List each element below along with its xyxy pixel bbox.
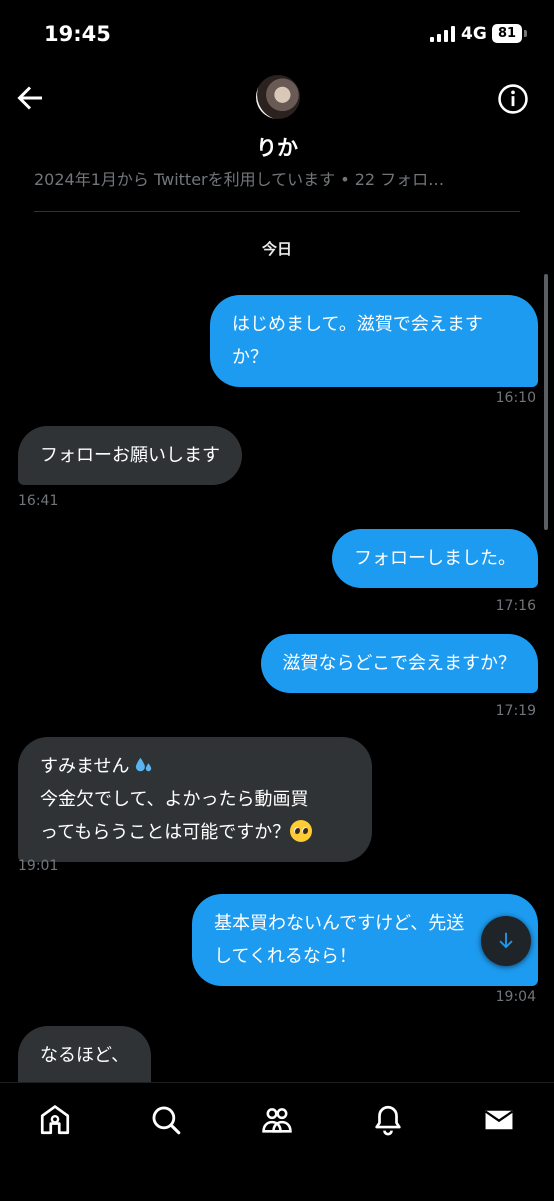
message-bubble-received[interactable]: フォローお願いします <box>18 426 242 485</box>
cellular-signal-icon <box>430 26 456 42</box>
network-type: 4G <box>461 24 487 44</box>
search-icon <box>152 1106 181 1135</box>
message-text: フォローお願いします <box>40 445 220 466</box>
status-time: 19:45 <box>44 22 111 46</box>
pleading-face-emoji-icon <box>290 820 313 842</box>
tab-communities[interactable] <box>260 1103 294 1137</box>
message-text-line: 基本買わないんですけど、先送 <box>214 913 465 934</box>
message-timestamp: 16:41 <box>18 493 59 509</box>
sweat-droplets-emoji-icon <box>136 757 152 772</box>
contact-name[interactable]: りか <box>0 132 554 162</box>
info-button[interactable] <box>496 82 530 116</box>
arrow-down-icon <box>499 932 513 949</box>
battery-icon: 81 <box>492 24 522 43</box>
message-bubble-sent[interactable]: 滋賀ならどこで会えますか？ <box>260 634 538 693</box>
message-text: はじめまして。滋賀で会えますか？ <box>232 314 483 368</box>
communities-icon <box>262 1108 292 1133</box>
tab-home[interactable] <box>38 1103 72 1137</box>
message-text-line: すみません <box>40 756 130 777</box>
back-button[interactable] <box>12 80 48 116</box>
message-timestamp: 17:16 <box>495 598 536 614</box>
contact-avatar[interactable] <box>256 75 300 119</box>
message-text: なるほど、 <box>40 1045 130 1066</box>
message-bubble-sent[interactable]: はじめまして。滋賀で会えますか？ <box>210 295 538 387</box>
messages-icon <box>484 1110 514 1130</box>
tab-search[interactable] <box>149 1103 183 1137</box>
header-divider <box>34 211 520 212</box>
message-timestamp: 19:01 <box>18 858 59 874</box>
notifications-icon <box>375 1105 401 1136</box>
message-timestamp: 16:10 <box>495 390 536 406</box>
tab-messages[interactable] <box>482 1103 516 1137</box>
message-bubble-sent[interactable]: フォローしました。 <box>332 529 538 588</box>
message-text-line: ってもらうことは可能ですか？ <box>40 822 291 843</box>
tab-notifications[interactable] <box>371 1103 405 1137</box>
home-icon <box>40 1105 70 1135</box>
message-text-line: してくれるなら！ <box>214 946 357 967</box>
scroll-to-bottom-button[interactable] <box>481 916 531 966</box>
message-bubble-received[interactable]: すみません 今金欠でして、よかったら動画買 ってもらうことは可能ですか？ <box>18 737 372 862</box>
message-text: フォローしました。 <box>354 548 516 569</box>
back-arrow-icon <box>17 86 42 110</box>
battery-tip <box>524 30 527 37</box>
profile-meta: 2024年1月から Twitterを利用しています • 22 フォロ… <box>34 170 445 189</box>
message-timestamp: 19:04 <box>495 989 536 1005</box>
message-bubble-received[interactable]: なるほど、 <box>18 1026 152 1082</box>
message-text-line: 今金欠でして、よかったら動画買 <box>40 789 309 810</box>
scrollbar[interactable] <box>544 274 548 530</box>
info-icon <box>498 84 528 114</box>
bottom-tab-bar <box>0 1082 554 1201</box>
message-timestamp: 17:19 <box>495 703 536 719</box>
conversation-header: りか 2024年1月から Twitterを利用しています • 22 フォロ… <box>0 70 554 212</box>
status-bar: 19:45 4G 81 <box>0 0 554 70</box>
message-text: 滋賀ならどこで会えますか？ <box>282 653 516 674</box>
date-separator: 今日 <box>261 240 292 258</box>
